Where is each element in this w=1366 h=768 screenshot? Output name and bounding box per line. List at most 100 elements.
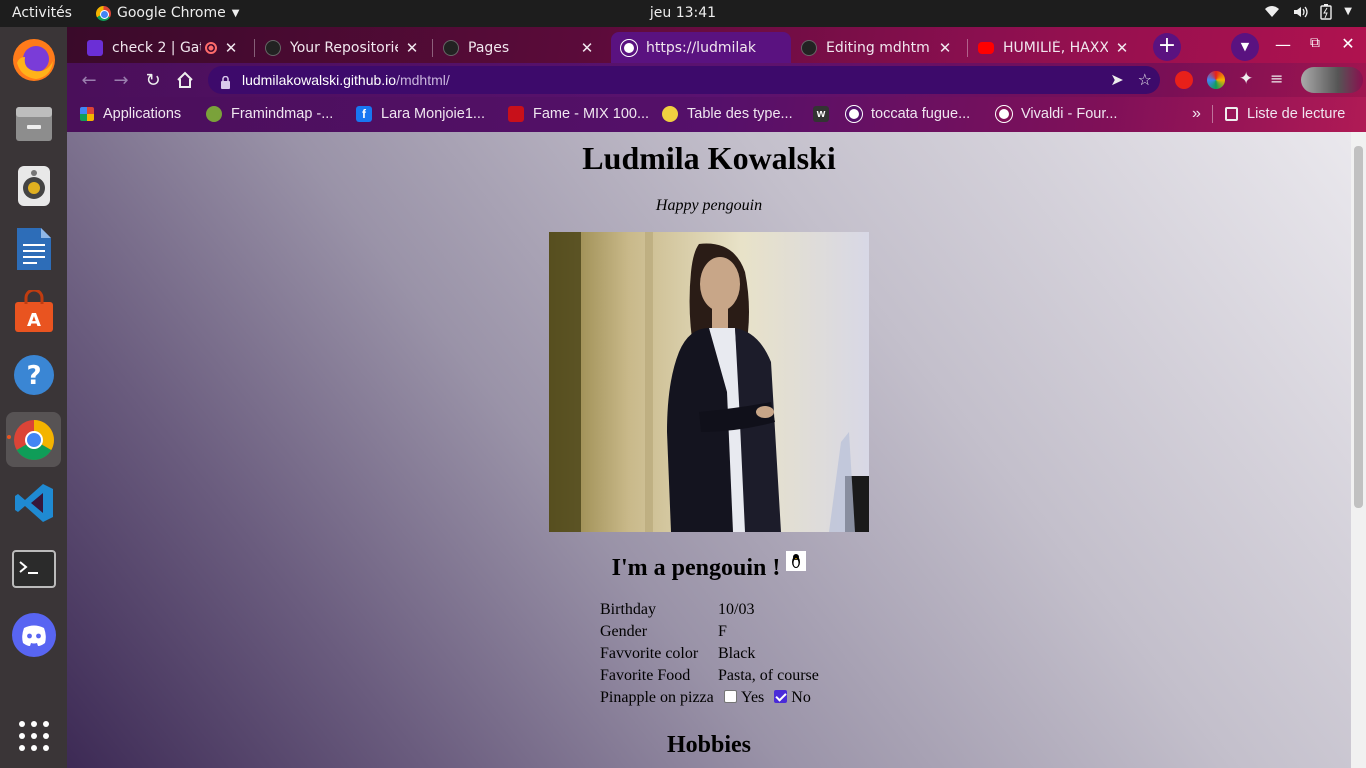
vertical-scrollbar[interactable] — [1351, 132, 1366, 768]
chrome-icon — [13, 419, 54, 460]
apps-grid-icon — [80, 107, 94, 121]
facebook-icon: f — [356, 106, 372, 122]
chevron-down-icon: ▼ — [1240, 40, 1250, 53]
files-icon — [15, 106, 52, 141]
show-applications-button[interactable] — [6, 708, 61, 763]
home-button[interactable] — [172, 67, 198, 93]
bookmark-label: Table des type... — [687, 106, 793, 122]
close-window-button[interactable]: ✕ — [1338, 34, 1358, 54]
scrollbar-thumb[interactable] — [1354, 146, 1363, 508]
terminal-icon — [11, 549, 56, 588]
home-icon — [177, 71, 193, 88]
bookmark-label: Fame - MIX 100... — [533, 106, 650, 122]
dock-files[interactable] — [6, 95, 61, 150]
address-bar[interactable]: ludmilakowalski.github.io/mdhtml/ ➤ ☆ — [208, 66, 1160, 94]
new-tab-button[interactable]: + — [1153, 33, 1181, 61]
dock-software[interactable]: A — [6, 284, 61, 339]
volume-icon — [1294, 6, 1308, 18]
tab-repositories[interactable]: Your Repositorie ✕ — [255, 32, 430, 63]
vscode-icon — [14, 483, 53, 522]
minimize-icon: — — [1275, 35, 1291, 54]
system-tray[interactable]: ▼ — [1264, 4, 1352, 20]
arrow-right-icon: → — [113, 69, 129, 91]
dock-help[interactable]: ? — [6, 347, 61, 402]
lock-icon[interactable] — [220, 74, 231, 89]
extensions-puzzle-icon[interactable]: ✦ — [1239, 69, 1253, 89]
star-icon[interactable]: ☆ — [1138, 70, 1152, 89]
tab-ludmila-active[interactable]: https://ludmilak — [611, 32, 791, 63]
minimize-button[interactable]: — — [1273, 35, 1293, 55]
info-value: F — [718, 623, 727, 640]
tab-editing[interactable]: Editing mdhtml/ ✕ — [791, 32, 963, 63]
app-menu[interactable]: Google Chrome ▼ — [96, 5, 239, 21]
speaker-icon — [17, 165, 50, 206]
table-row: Birthday 10/03 — [598, 599, 821, 621]
dock-firefox[interactable] — [6, 32, 61, 87]
gather-favicon — [87, 39, 103, 56]
close-icon[interactable]: ✕ — [937, 39, 953, 57]
table-row: Pinapple on pizza Yes No — [598, 687, 821, 709]
url-text[interactable]: ludmilakowalski.github.io/mdhtml/ — [242, 72, 450, 88]
back-button[interactable]: ← — [76, 67, 102, 93]
dock-discord[interactable] — [6, 607, 61, 662]
tab-pages[interactable]: Pages ✕ — [433, 32, 605, 63]
dock-chrome[interactable] — [6, 412, 61, 467]
dock-rhythmbox[interactable] — [6, 158, 61, 213]
bookmark-fame-mix[interactable]: Fame - MIX 100... — [508, 104, 649, 124]
close-icon[interactable]: ✕ — [579, 39, 595, 57]
forward-button[interactable]: → — [108, 67, 134, 93]
svg-text:?: ? — [26, 361, 41, 391]
more-bookmarks-button[interactable]: » — [1192, 104, 1201, 124]
close-icon: ✕ — [1341, 34, 1355, 53]
pizza-yes-checkbox[interactable] — [724, 690, 737, 703]
section-heading: I'm a pengouin ! — [67, 551, 1351, 582]
tab-title: HUMILIÉ, HAXXE — [1003, 39, 1108, 56]
close-icon[interactable]: ✕ — [223, 39, 239, 57]
recording-icon — [205, 41, 217, 54]
close-icon[interactable]: ✕ — [404, 39, 420, 57]
info-key: Birthday — [600, 601, 656, 618]
reading-list-button[interactable]: Liste de lecture — [1225, 104, 1345, 124]
tab-title: check 2 | Gath — [112, 39, 201, 56]
activities-button[interactable]: Activités — [12, 5, 72, 21]
reload-button[interactable]: ↻ — [140, 67, 166, 93]
github-icon — [443, 39, 459, 56]
color-extension-icon[interactable] — [1207, 71, 1225, 89]
svg-text:A: A — [27, 310, 41, 331]
music-icon — [508, 106, 524, 122]
info-value: 10/03 — [718, 601, 755, 618]
bookmark-vivaldi[interactable]: Vivaldi - Four... — [996, 104, 1117, 124]
tab-youtube[interactable]: HUMILIÉ, HAXXE ✕ — [968, 32, 1140, 63]
tab-check2[interactable]: check 2 | Gath ✕ — [77, 32, 249, 63]
bookmark-framindmap[interactable]: Framindmap -... — [206, 104, 333, 124]
tab-title: Pages — [468, 39, 510, 56]
dock-vscode[interactable] — [6, 475, 61, 530]
arrow-left-icon: ← — [81, 69, 97, 91]
page-viewport[interactable]: Ludmila Kowalski Happy pengouin I'm a pe… — [67, 132, 1366, 768]
bookmark-facebook[interactable]: f Lara Monjoie1... — [356, 104, 485, 124]
send-icon[interactable]: ➤ — [1110, 70, 1123, 89]
discord-icon — [11, 612, 56, 657]
profile-avatar[interactable] — [1301, 67, 1363, 93]
bookmark-applications[interactable]: Applications — [80, 104, 181, 124]
pizza-yes-label: Yes — [741, 689, 765, 706]
media-control-icon[interactable]: ≡ — [1270, 69, 1283, 88]
table-row: Gender F — [598, 621, 821, 643]
pizza-no-checkbox[interactable] — [774, 690, 788, 703]
dock-terminal[interactable] — [6, 541, 61, 596]
restore-button[interactable]: ⧉ — [1305, 35, 1325, 55]
profile-photo — [549, 232, 869, 532]
bookmark-w[interactable]: w — [813, 104, 838, 124]
reading-list-label: Liste de lecture — [1247, 106, 1346, 122]
dock-writer[interactable] — [6, 221, 61, 276]
bookmark-table-types[interactable]: Table des type... — [662, 104, 793, 124]
tab-search-button[interactable]: ▼ — [1231, 33, 1259, 61]
chevron-down-icon: ▼ — [231, 7, 240, 19]
close-icon[interactable]: ✕ — [1114, 39, 1130, 57]
info-key: Favvorite color — [600, 645, 699, 662]
tab-title: Your Repositorie — [290, 39, 398, 56]
tab-strip: check 2 | Gath ✕ Your Repositorie ✕ Page… — [67, 27, 1366, 63]
bookmark-toccata[interactable]: toccata fugue... — [846, 104, 970, 124]
youtube-icon — [978, 41, 994, 54]
adblock-extension-icon[interactable] — [1175, 71, 1193, 89]
